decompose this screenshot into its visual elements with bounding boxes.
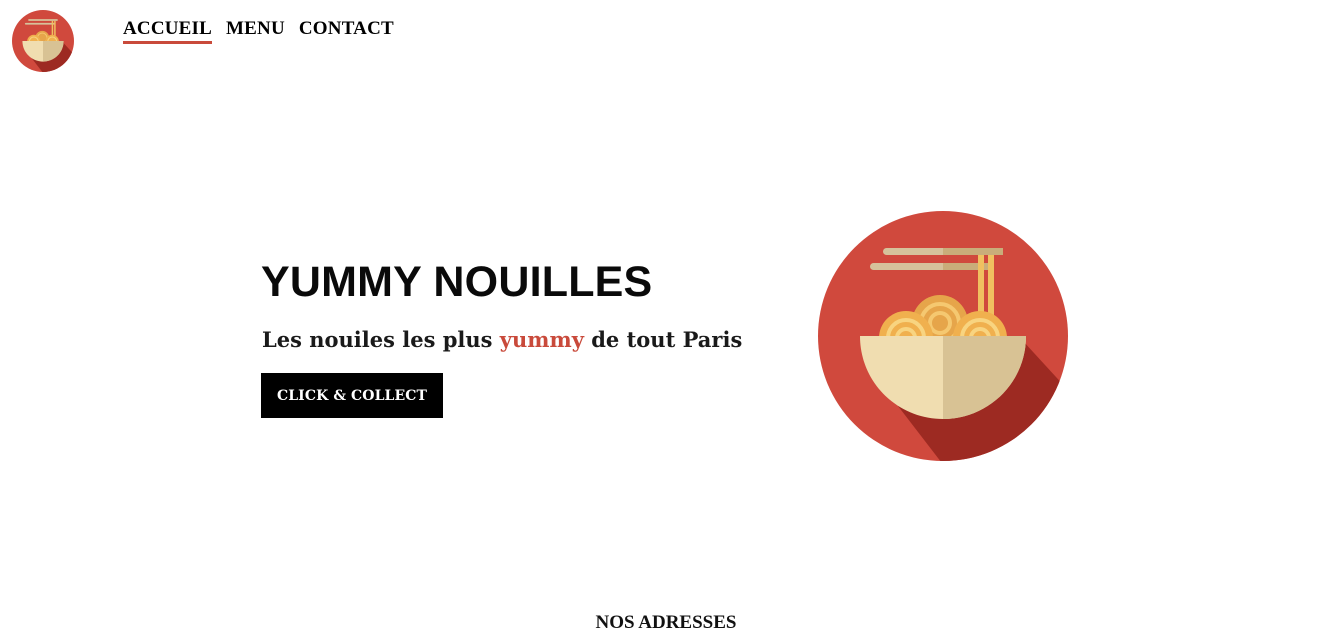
hero-subtitle-after: de tout Paris: [591, 327, 743, 352]
addresses-section-title: NOS ADRESSES: [595, 612, 737, 633]
logo-noodle-bowl-icon[interactable]: [12, 10, 74, 72]
main-nav: ACCUEIL MENU CONTACT: [123, 18, 394, 44]
nav-menu-link[interactable]: MENU: [226, 18, 285, 44]
nav-accueil-link[interactable]: ACCUEIL: [123, 18, 213, 44]
hero-title: YUMMY NOUILLES: [261, 258, 653, 306]
hero-subtitle: Les nouiles les plus yummy de tout Paris: [262, 327, 742, 352]
noodle-bowl-illustration: [818, 211, 1068, 461]
nav-contact-link[interactable]: CONTACT: [299, 18, 394, 44]
hero-subtitle-before: Les nouiles les plus: [262, 327, 493, 352]
hero-subtitle-accent: yummy: [499, 327, 584, 352]
click-and-collect-button[interactable]: CLICK & COLLECT: [261, 373, 443, 418]
